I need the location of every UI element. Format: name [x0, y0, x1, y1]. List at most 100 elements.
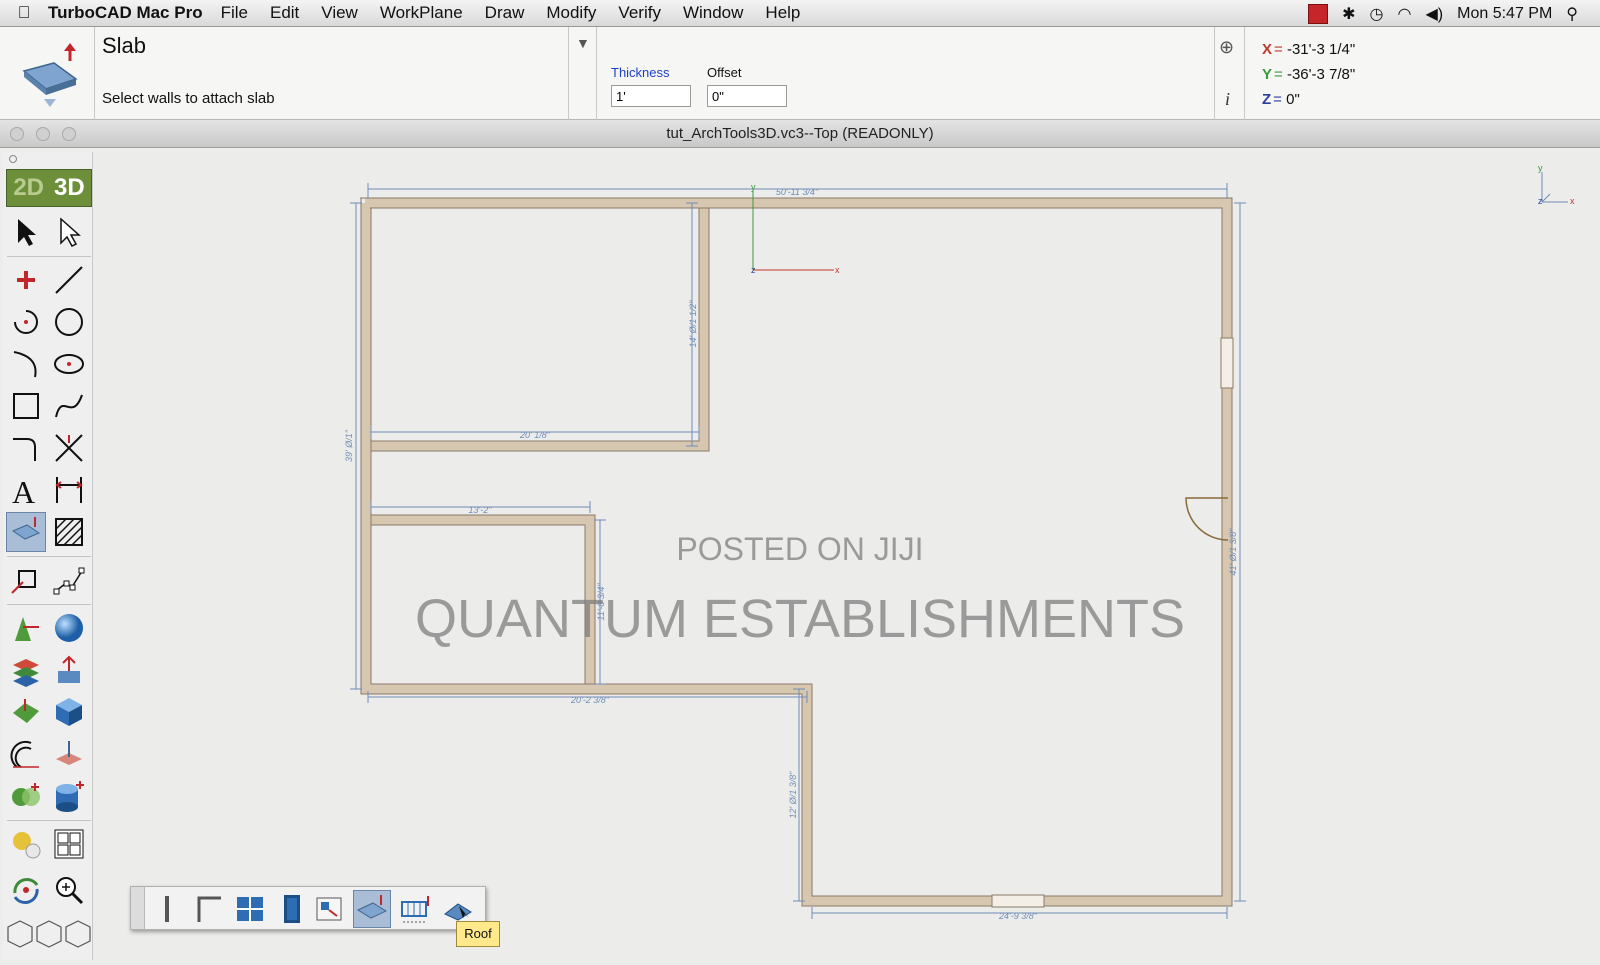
rectangle-icon[interactable]: [6, 386, 46, 426]
thickness-field[interactable]: [611, 85, 691, 107]
app-name-menu[interactable]: TurboCAD Mac Pro: [48, 3, 203, 23]
offset-label: Offset: [707, 65, 742, 80]
point-plus-icon[interactable]: [6, 260, 46, 300]
dimension-label: 50'-11 3/4": [776, 187, 819, 197]
arc-icon[interactable]: [6, 344, 46, 384]
svg-text:A: A: [12, 474, 35, 507]
divider: [7, 556, 91, 557]
dimension-label: 20' 1/8": [519, 430, 551, 440]
push-pull-icon[interactable]: [49, 734, 89, 774]
minimize-window-button[interactable]: [36, 127, 50, 141]
bluetooth-icon[interactable]: ✱: [1342, 4, 1355, 24]
svg-text:z: z: [1538, 196, 1543, 206]
divider: [7, 256, 91, 257]
render-icon[interactable]: [6, 824, 46, 864]
menu-file[interactable]: File: [221, 3, 248, 23]
fillet-icon[interactable]: [6, 428, 46, 468]
select-hollow-arrow-icon[interactable]: [49, 212, 89, 252]
dimension-label: 14' Ø/1 1/2": [688, 300, 698, 348]
thickness-label: Thickness: [611, 65, 670, 80]
snap-box-icon[interactable]: [6, 560, 46, 600]
layers-stack-icon[interactable]: [6, 650, 46, 690]
volume-icon[interactable]: ◀): [1425, 4, 1443, 24]
dimension-label: 24'-9 3/8": [998, 911, 1038, 921]
spotlight-search-icon[interactable]: ⚲: [1566, 4, 1578, 24]
svg-text:y: y: [1538, 163, 1543, 173]
nodes-icon[interactable]: [49, 560, 89, 600]
apple-menu-icon[interactable]: : [0, 3, 48, 23]
tab-3d[interactable]: 3D: [54, 174, 85, 202]
watermark-line-1: POSTED ON JIJI: [676, 531, 924, 567]
divider: [1214, 27, 1215, 120]
slab-tool-large-icon: [14, 41, 84, 107]
stair-icon[interactable]: [397, 890, 435, 928]
svg-text:x: x: [1570, 196, 1575, 206]
tool-prompt: Select walls to attach slab: [102, 90, 275, 107]
menu-modify[interactable]: Modify: [546, 3, 596, 23]
palette-close-button[interactable]: [9, 155, 17, 163]
dimension-label: 39' Ø/1": [344, 429, 354, 462]
select-arrow-icon[interactable]: [6, 212, 46, 252]
slab-icon[interactable]: [6, 512, 46, 552]
slab-icon[interactable]: [353, 890, 391, 928]
status-app-icon[interactable]: [1308, 3, 1329, 24]
extrude-arrows-icon[interactable]: [49, 650, 89, 690]
menu-verify[interactable]: Verify: [618, 3, 661, 23]
chevron-down-icon[interactable]: ▼: [576, 35, 590, 51]
svg-text:x: x: [835, 265, 840, 275]
dimension-label: 20'-2 3/8": [570, 695, 610, 705]
line-icon[interactable]: [49, 260, 89, 300]
vertex-tool-icon[interactable]: [6, 608, 46, 648]
trim-cross-icon[interactable]: [49, 428, 89, 468]
sphere-icon[interactable]: [49, 608, 89, 648]
cube-icon[interactable]: [49, 692, 89, 732]
menu-workplane[interactable]: WorkPlane: [380, 3, 463, 23]
view-cubes-icon[interactable]: [6, 914, 92, 954]
info-icon[interactable]: i: [1225, 89, 1230, 110]
offset-field[interactable]: [707, 85, 787, 107]
dimension-icon[interactable]: [49, 470, 89, 510]
divider: [7, 820, 91, 821]
room-icon[interactable]: [311, 890, 349, 928]
corner-wall-icon[interactable]: [189, 890, 227, 928]
circle-icon[interactable]: [49, 302, 89, 342]
door-icon[interactable]: [273, 890, 311, 928]
document-title-bar: tut_ArchTools3D.vc3--Top (READONLY): [0, 120, 1600, 148]
plane-tool-icon[interactable]: [6, 692, 46, 732]
menu-window[interactable]: Window: [683, 3, 743, 23]
coord-y: Y = -36'-3 7/8": [1262, 66, 1356, 83]
orbit-icon[interactable]: [6, 870, 46, 910]
spline-icon[interactable]: [49, 386, 89, 426]
toolbar-grip[interactable]: [131, 887, 145, 929]
time-machine-icon[interactable]: ◷: [1370, 4, 1384, 24]
divider: [7, 604, 91, 605]
views-grid-icon[interactable]: [49, 824, 89, 864]
wall-icon[interactable]: [149, 890, 187, 928]
view-triad-icon: x y z: [1538, 163, 1575, 206]
window-icon[interactable]: [231, 890, 269, 928]
hatch-icon[interactable]: [49, 512, 89, 552]
menu-edit[interactable]: Edit: [270, 3, 299, 23]
menu-draw[interactable]: Draw: [485, 3, 525, 23]
wifi-icon[interactable]: ◠: [1398, 4, 1412, 24]
window-opening: [1220, 337, 1234, 389]
zoom-window-button[interactable]: [62, 127, 76, 141]
snap-target-icon[interactable]: ⊕: [1219, 37, 1234, 58]
property-bar: Slab Select walls to attach slab ▼ Thick…: [0, 27, 1600, 120]
text-icon[interactable]: A: [6, 470, 46, 510]
close-window-button[interactable]: [10, 127, 24, 141]
svg-text:z: z: [751, 265, 756, 275]
tab-2d[interactable]: 2D: [13, 174, 44, 202]
menu-view[interactable]: View: [321, 3, 358, 23]
ellipse-icon[interactable]: [49, 344, 89, 384]
revolve-icon[interactable]: [6, 734, 46, 774]
divider: [1244, 27, 1245, 120]
zoom-magnifier-icon[interactable]: [49, 870, 89, 910]
cylinder-icon[interactable]: [49, 776, 89, 816]
boolean-icon[interactable]: [6, 776, 46, 816]
document-title: tut_ArchTools3D.vc3--Top (READONLY): [666, 125, 934, 142]
arc-center-icon[interactable]: [6, 302, 46, 342]
2d-3d-tab[interactable]: 2D 3D: [6, 169, 92, 207]
menubar-clock[interactable]: Mon 5:47 PM: [1457, 5, 1552, 23]
menu-help[interactable]: Help: [765, 3, 800, 23]
